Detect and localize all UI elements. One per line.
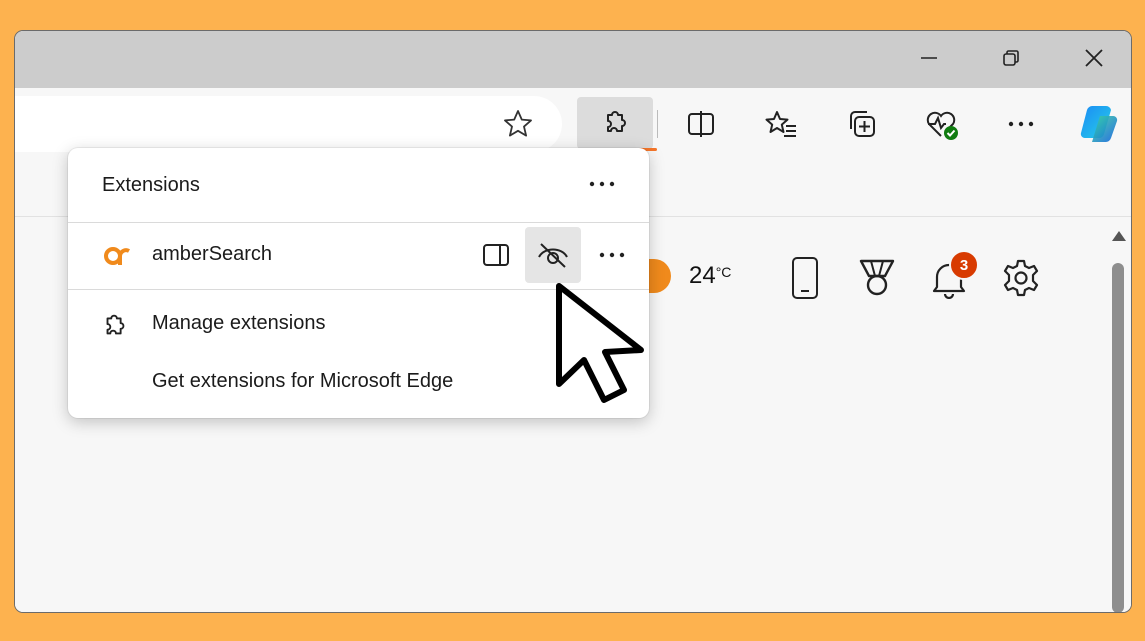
temperature-unit: °C — [715, 264, 732, 280]
settings-button[interactable] — [999, 253, 1043, 303]
eye-hidden-icon — [538, 243, 568, 268]
address-bar[interactable] — [15, 96, 562, 152]
close-button[interactable] — [1067, 39, 1121, 77]
extensions-icon — [607, 111, 626, 132]
more-icon — [599, 252, 625, 258]
extension-more-button[interactable] — [584, 227, 640, 283]
favorite-star-icon — [504, 110, 532, 137]
restore-icon — [1003, 50, 1019, 66]
sidebar-icon — [483, 244, 509, 266]
copilot-button[interactable] — [1073, 98, 1123, 150]
extensions-panel-title: Extensions — [102, 174, 200, 196]
vertical-scrollbar[interactable] — [1105, 227, 1131, 612]
open-sidebar-button[interactable] — [468, 227, 524, 283]
rewards-medal-icon — [859, 259, 895, 296]
rewards-button[interactable] — [855, 253, 899, 303]
favorites-button[interactable] — [756, 98, 806, 150]
extensions-panel-header: Extensions — [68, 148, 649, 222]
scroll-up-arrow[interactable] — [1112, 231, 1126, 241]
collections-button[interactable] — [837, 98, 887, 150]
notification-badge: 3 — [949, 250, 979, 280]
browser-essentials-icon — [926, 111, 958, 140]
extensions-button[interactable] — [577, 97, 653, 149]
favorite-star-button[interactable] — [493, 98, 543, 150]
toolbar-separator — [657, 110, 658, 138]
copilot-icon — [1080, 105, 1118, 142]
temperature: 24°C — [689, 262, 731, 290]
puzzle-icon — [106, 314, 125, 335]
get-extensions-label: Get extensions for Microsoft Edge — [152, 370, 454, 392]
close-icon — [1085, 49, 1103, 67]
restore-button[interactable] — [984, 39, 1038, 77]
extension-name: amberSearch — [152, 243, 273, 265]
hide-from-toolbar-button[interactable] — [525, 227, 581, 283]
browser-essentials-button[interactable] — [917, 98, 967, 150]
more-icon — [1008, 121, 1034, 127]
title-bar — [15, 31, 1131, 88]
collections-icon — [850, 111, 875, 137]
weather-widget[interactable]: 24°C — [641, 259, 731, 293]
favorites-icon — [765, 111, 796, 137]
more-button[interactable] — [996, 98, 1046, 150]
minimize-button[interactable] — [902, 39, 956, 77]
temperature-value: 24 — [689, 262, 716, 289]
extensions-panel-more-button[interactable] — [582, 166, 622, 202]
split-screen-icon — [688, 111, 714, 137]
phone-icon — [792, 257, 818, 299]
mouse-cursor-icon — [556, 283, 644, 403]
split-screen-button[interactable] — [676, 98, 726, 150]
manage-extensions-label: Manage extensions — [152, 312, 326, 334]
settings-gear-icon — [1003, 259, 1039, 297]
phone-button[interactable] — [783, 253, 827, 303]
ambersearch-logo-icon — [104, 247, 130, 265]
minimize-icon — [921, 57, 937, 59]
scroll-thumb[interactable] — [1112, 263, 1124, 612]
more-icon — [589, 181, 615, 187]
